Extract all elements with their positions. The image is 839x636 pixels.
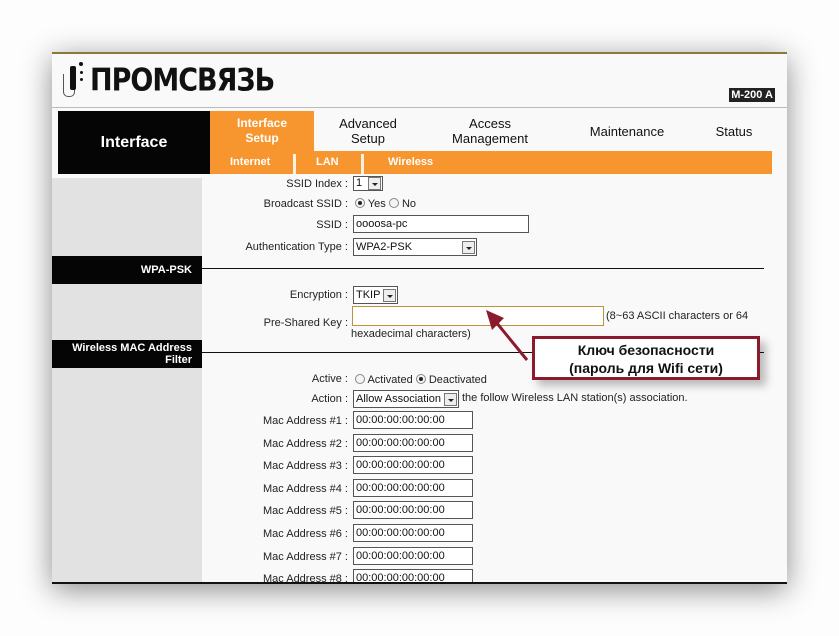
- mac-address-input[interactable]: 00:00:00:00:00:00: [353, 456, 473, 474]
- mac-address-label: Mac Address #5 :: [263, 505, 348, 517]
- pre-shared-key-input[interactable]: [352, 306, 604, 326]
- tab-maintenance[interactable]: Maintenance: [572, 111, 682, 151]
- section-header-mac-filter: Wireless MAC Address Filter: [52, 340, 202, 368]
- annotation-line-2: (пароль для Wifi сети): [569, 360, 723, 376]
- broadcast-ssid-label: Broadcast SSID :: [263, 198, 348, 210]
- auth-type-select[interactable]: WPA2-PSK: [353, 238, 477, 256]
- psk-label: Pre-Shared Key :: [263, 317, 348, 329]
- broadcast-yes-radio[interactable]: [355, 198, 365, 208]
- ssid-input[interactable]: oooosa-pc: [353, 215, 529, 233]
- ssid-index-select[interactable]: 1: [353, 176, 383, 191]
- annotation-callout: Ключ безопасности (пароль для Wifi сети): [532, 336, 760, 380]
- mac-address-input[interactable]: 00:00:00:00:00:00: [353, 547, 473, 565]
- annotation-line-1: Ключ безопасности: [577, 342, 715, 358]
- subnav-internet[interactable]: Internet: [230, 151, 270, 174]
- ssid-label: SSID :: [316, 219, 348, 231]
- mac-address-label: Mac Address #7 :: [263, 551, 348, 563]
- mac-address-input[interactable]: 00:00:00:00:00:00: [353, 411, 473, 429]
- mac-address-label: Mac Address #2 :: [263, 438, 348, 450]
- psk-hint: (8~63 ASCII characters or 64: [606, 310, 749, 322]
- mac-address-label: Mac Address #4 :: [263, 483, 348, 495]
- tab-access-management[interactable]: Access Management: [430, 111, 550, 151]
- broadcast-no-radio[interactable]: [388, 198, 399, 208]
- logo-text: ПРОМСВЯЗЬ: [90, 62, 275, 98]
- mac-address-label: Mac Address #6 :: [263, 528, 348, 540]
- auth-type-label: Authentication Type :: [245, 241, 348, 253]
- tab-status[interactable]: Status: [702, 111, 766, 151]
- nav-section-label: Interface: [58, 111, 210, 174]
- mac-address-input[interactable]: 00:00:00:00:00:00: [353, 501, 473, 519]
- activated-radio[interactable]: [355, 374, 365, 384]
- mac-address-input[interactable]: 00:00:00:00:00:00: [353, 524, 473, 542]
- tab-interface-setup[interactable]: Interface Setup: [210, 111, 314, 151]
- mac-action-suffix: the follow Wireless LAN station(s) assoc…: [462, 392, 688, 404]
- chevron-down-icon: [462, 240, 475, 254]
- mac-address-label: Mac Address #3 :: [263, 460, 348, 472]
- encryption-select[interactable]: TKIP: [353, 286, 398, 304]
- psk-hint-continued: hexadecimal characters): [351, 328, 471, 340]
- left-sidebar: [52, 178, 202, 584]
- encryption-label: Encryption :: [289, 289, 348, 301]
- chevron-down-icon: [368, 177, 381, 190]
- chevron-down-icon: [383, 288, 396, 302]
- subnav-separator: [361, 154, 364, 174]
- section-divider: [202, 268, 764, 269]
- sub-nav-bar: Internet LAN Wireless: [210, 151, 772, 174]
- broadcast-ssid-options: Yes No: [355, 198, 416, 210]
- header-divider: [52, 107, 787, 108]
- chevron-down-icon: [444, 392, 457, 406]
- tab-advanced-setup[interactable]: Advanced Setup: [320, 111, 416, 151]
- page-bottom-border: [52, 582, 787, 584]
- logo-icon: [60, 62, 86, 98]
- ssid-index-label: SSID Index :: [286, 178, 348, 190]
- subnav-lan[interactable]: LAN: [316, 151, 339, 174]
- router-config-page: ПРОМСВЯЗЬ M-200 A Interface Interface Se…: [52, 52, 787, 584]
- mac-address-input[interactable]: 00:00:00:00:00:00: [353, 434, 473, 452]
- subnav-separator: [293, 154, 296, 174]
- brand-logo: ПРОМСВЯЗЬ: [60, 62, 275, 98]
- mac-action-select[interactable]: Allow Association: [353, 390, 459, 408]
- section-header-wpa-psk: WPA-PSK: [52, 256, 202, 284]
- mac-action-label: Action :: [311, 393, 348, 405]
- mac-address-input[interactable]: 00:00:00:00:00:00: [353, 479, 473, 497]
- mac-active-options: Activated Deactivated: [355, 374, 487, 386]
- deactivated-radio[interactable]: [415, 374, 426, 384]
- model-badge: M-200 A: [729, 88, 775, 102]
- mac-address-label: Mac Address #1 :: [263, 415, 348, 427]
- subnav-wireless[interactable]: Wireless: [388, 151, 433, 174]
- mac-active-label: Active :: [311, 373, 348, 385]
